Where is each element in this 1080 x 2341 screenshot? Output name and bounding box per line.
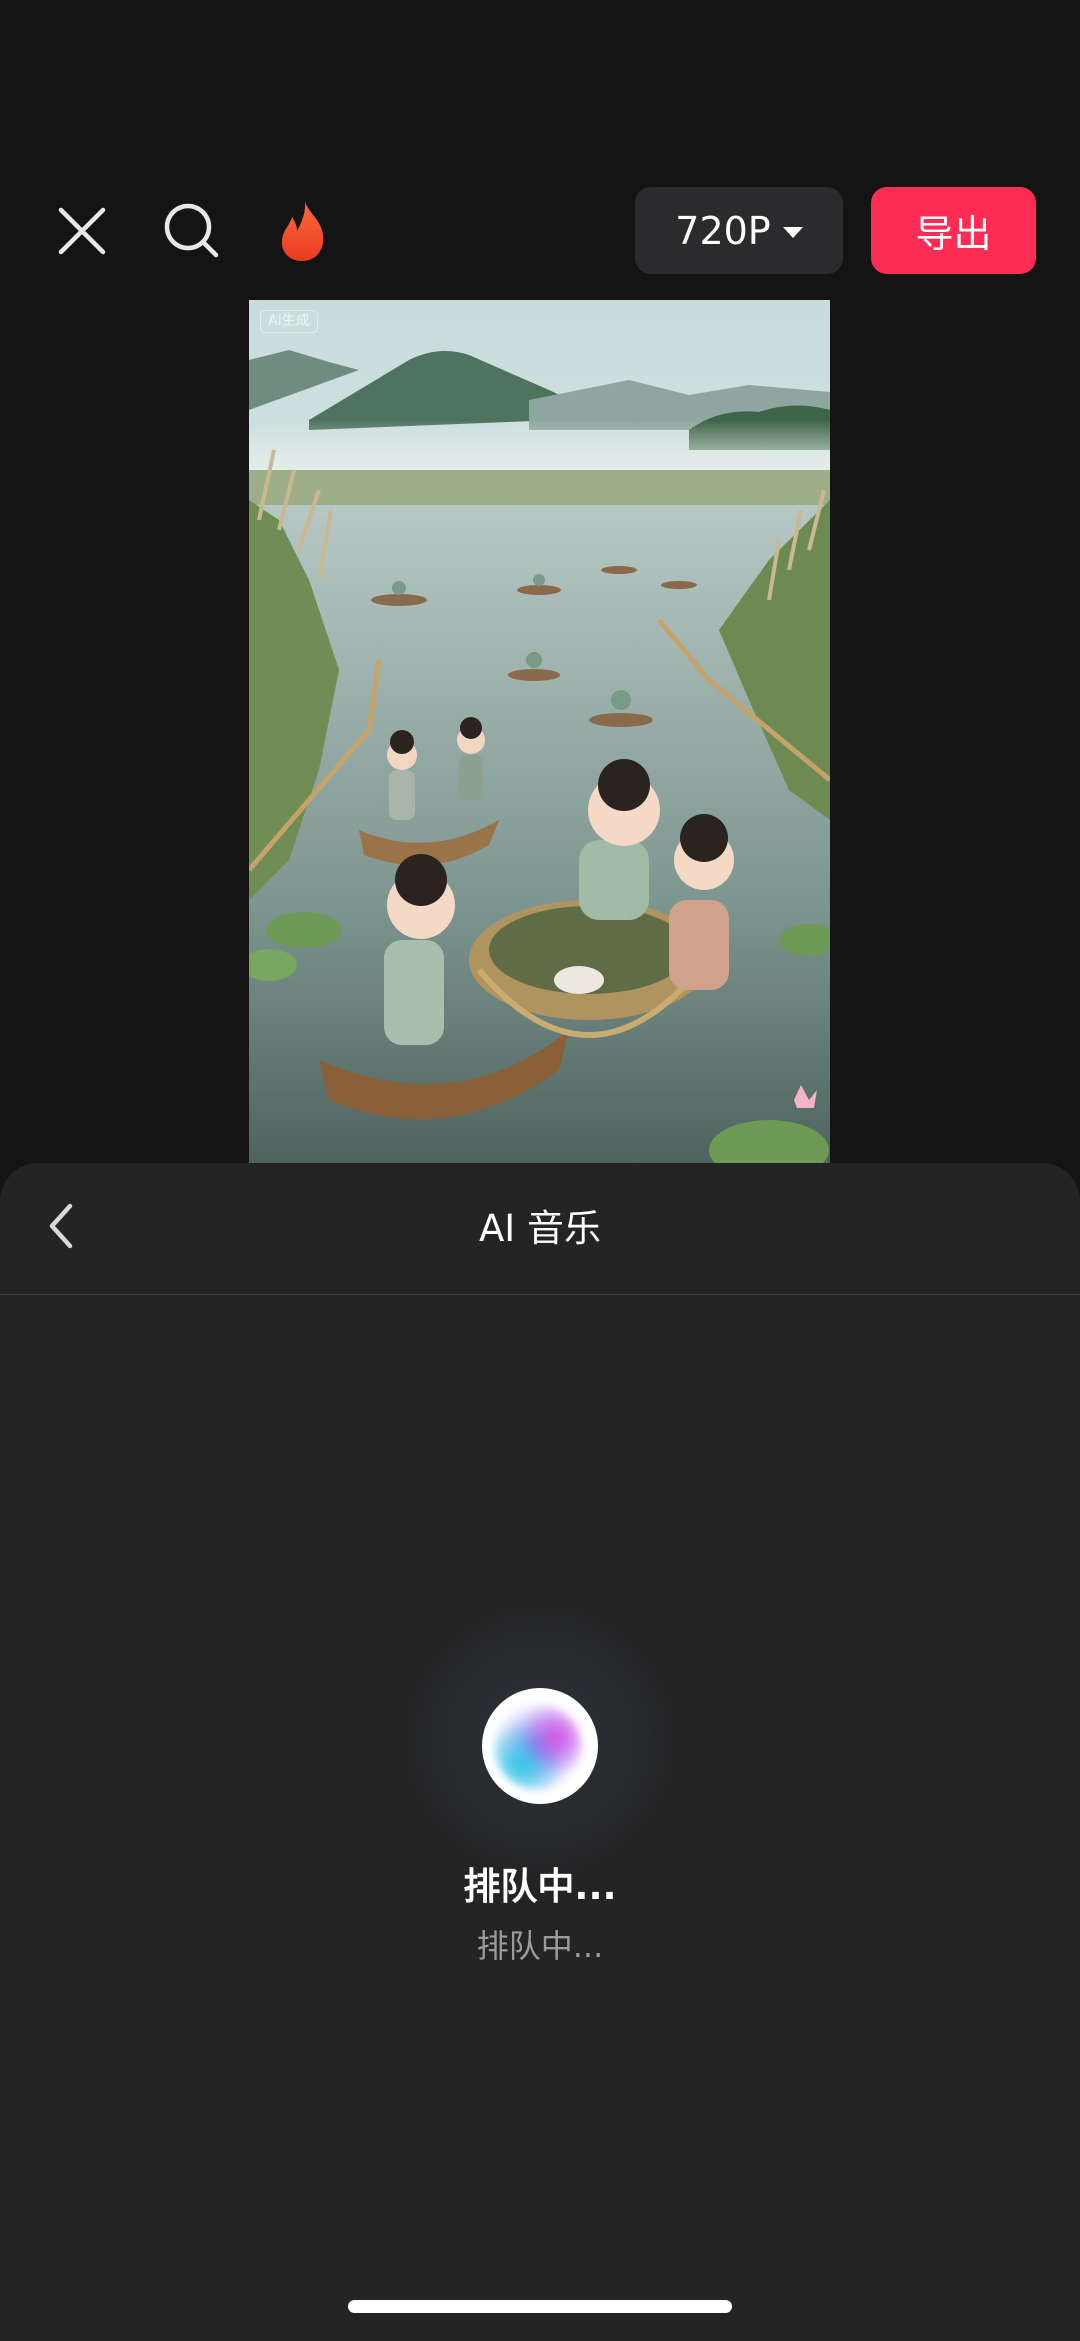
hot-button[interactable]: [258, 186, 348, 276]
home-indicator[interactable]: [348, 2300, 732, 2313]
resolution-label: 720P: [675, 208, 771, 253]
export-label: 导出: [915, 212, 992, 256]
search-icon: [164, 203, 219, 258]
preview-image: [249, 300, 830, 1170]
queue-status-subtitle: 排队中...: [476, 1927, 604, 1965]
chevron-left-icon: [49, 1203, 73, 1249]
top-toolbar: 720P 导出: [0, 186, 1080, 276]
export-button[interactable]: 导出: [871, 187, 1036, 274]
back-button[interactable]: [26, 1191, 96, 1261]
screen: 720P 导出 AI生成 AI 音乐 排队中... 排队中...: [0, 0, 1080, 2341]
search-button[interactable]: [147, 186, 237, 276]
flame-icon: [281, 201, 324, 261]
video-preview[interactable]: AI生成: [249, 300, 830, 1170]
orb-gradient: [494, 1704, 582, 1790]
sheet-header: AI 音乐: [0, 1163, 1080, 1295]
queue-status-title: 排队中...: [463, 1865, 617, 1908]
ai-orb-icon: [482, 1688, 598, 1804]
sheet-title: AI 音乐: [479, 1207, 601, 1250]
caret-down-icon: [782, 226, 803, 238]
close-button[interactable]: [37, 186, 127, 276]
ai-generated-tag: AI生成: [260, 310, 318, 333]
close-icon: [58, 207, 106, 255]
resolution-selector[interactable]: 720P: [635, 187, 843, 274]
